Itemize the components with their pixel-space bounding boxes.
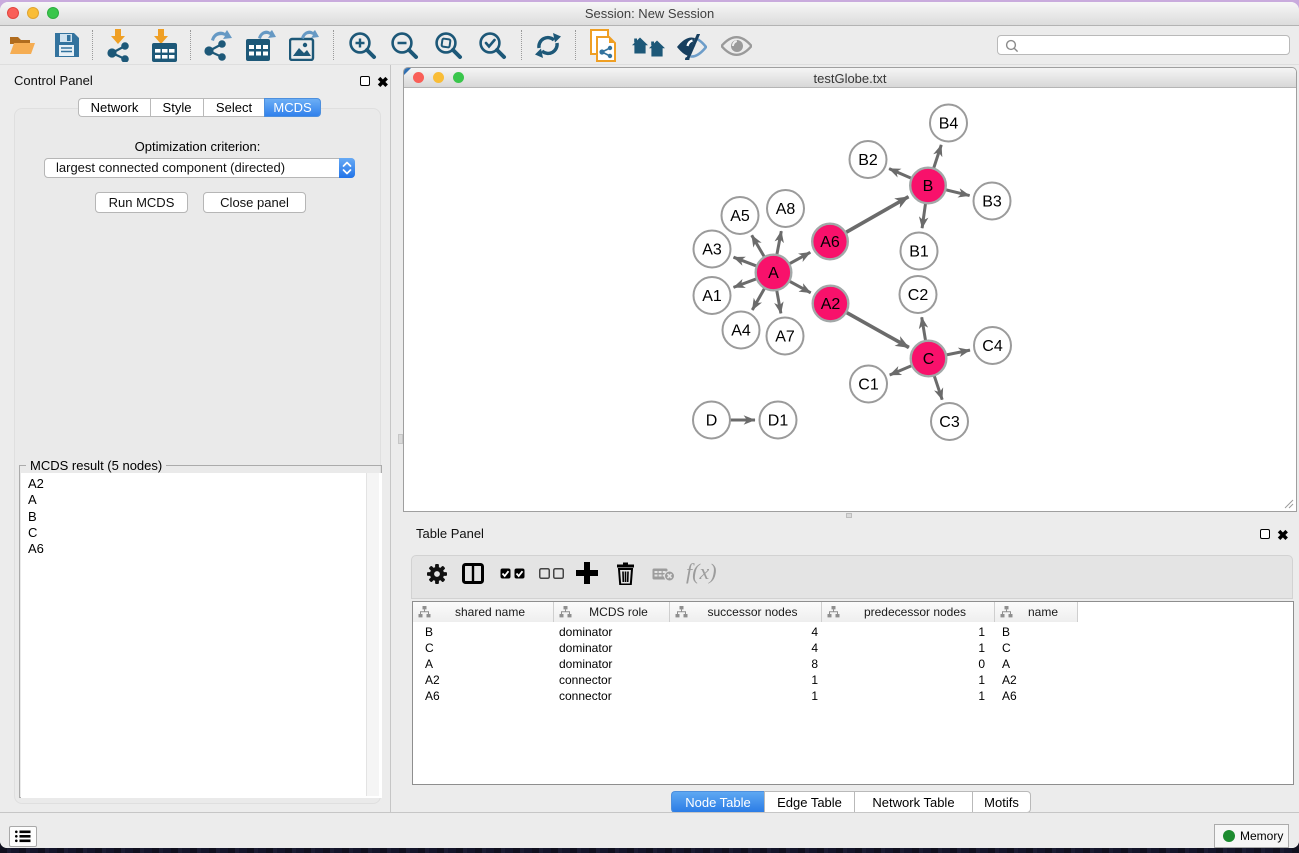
svg-text:C2: C2: [908, 287, 929, 304]
svg-text:A: A: [768, 265, 779, 282]
svg-text:B1: B1: [909, 244, 929, 261]
svg-text:A5: A5: [730, 208, 750, 225]
svg-text:C1: C1: [858, 377, 879, 394]
svg-text:A4: A4: [731, 323, 751, 340]
svg-text:C3: C3: [939, 414, 960, 431]
svg-text:B2: B2: [858, 152, 878, 169]
svg-text:C4: C4: [982, 338, 1003, 355]
svg-text:A1: A1: [702, 288, 722, 305]
svg-text:D: D: [706, 413, 718, 430]
svg-text:D1: D1: [768, 413, 789, 430]
svg-text:B3: B3: [982, 194, 1002, 211]
svg-text:A3: A3: [702, 242, 722, 259]
svg-text:B: B: [923, 178, 934, 195]
svg-text:B4: B4: [939, 116, 959, 133]
svg-text:A7: A7: [775, 329, 795, 346]
svg-text:A8: A8: [776, 201, 796, 218]
svg-text:C: C: [923, 351, 935, 368]
svg-text:A6: A6: [820, 234, 840, 251]
svg-text:A2: A2: [821, 296, 841, 313]
